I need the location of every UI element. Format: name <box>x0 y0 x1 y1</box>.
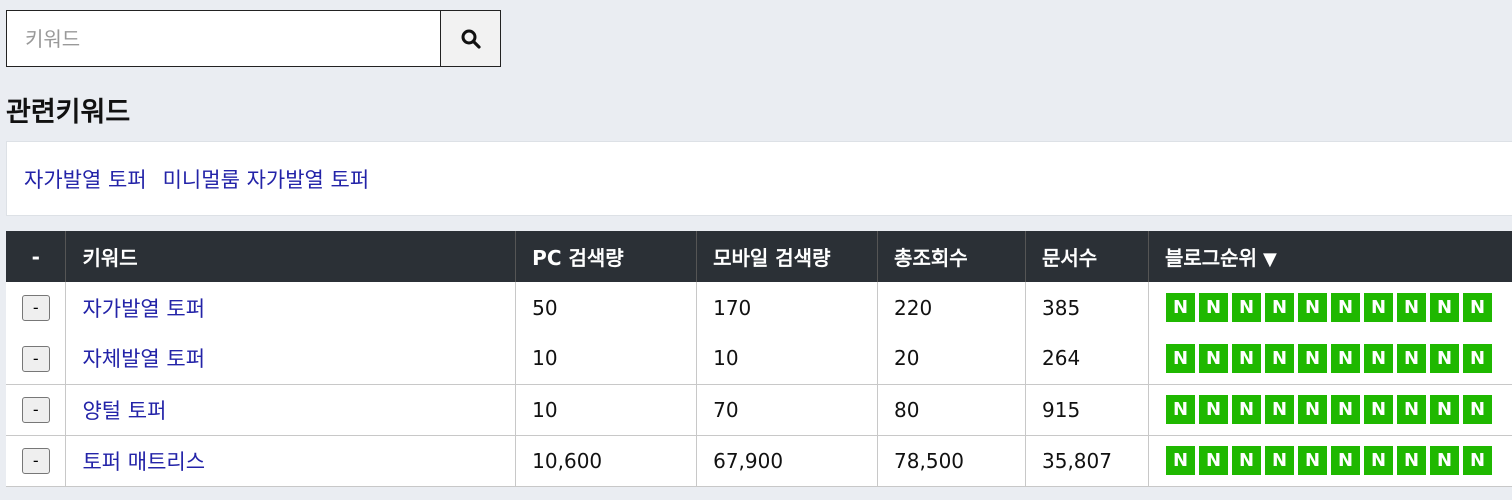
keyword-cell: 자체발열 토퍼 <box>65 333 517 385</box>
total-views-cell: 220 <box>877 282 1026 333</box>
row-action-cell: - <box>6 384 67 436</box>
naver-rank-badge[interactable]: N <box>1297 446 1327 475</box>
naver-rank-badge[interactable]: N <box>1462 446 1492 475</box>
blog-rank-label: 블로그순위 <box>1164 246 1257 270</box>
total-views-cell: 78,500 <box>877 435 1026 487</box>
mobile-volume-cell: 67,900 <box>696 435 879 487</box>
col-header-action: - <box>6 231 67 282</box>
naver-rank-badge[interactable]: N <box>1231 293 1261 322</box>
search-bar <box>6 10 501 67</box>
naver-rank-badge[interactable]: N <box>1396 293 1426 322</box>
table-row: - 양털 토퍼 10 70 80 915 N N N N N N N N N N <box>6 384 1512 436</box>
table-row: - 자가발열 토퍼 50 170 220 385 N N N N N N N N N N <box>6 282 1512 333</box>
search-button[interactable] <box>440 11 500 66</box>
keyword-link[interactable]: 토퍼 매트리스 <box>82 450 205 474</box>
naver-rank-badge[interactable]: N <box>1297 395 1327 424</box>
naver-rank-badge[interactable]: N <box>1363 343 1393 373</box>
naver-rank-badge[interactable]: N <box>1231 446 1261 475</box>
col-header-pc-volume[interactable]: PC 검색량 <box>515 231 698 282</box>
naver-rank-badge[interactable]: N <box>1198 293 1228 322</box>
keyword-table: - 키워드 PC 검색량 모바일 검색량 총조회수 문서수 블로그순위 ▼ - 자가… <box>6 231 1512 487</box>
blog-rank-cell: NNNNNNNNNN <box>1148 282 1512 333</box>
mobile-volume-cell: 70 <box>696 384 879 436</box>
related-keyword-link[interactable]: 자가발열 토퍼 <box>24 164 147 194</box>
naver-rank-badge[interactable]: N <box>1429 293 1459 322</box>
doc-count-cell: 915 <box>1025 384 1149 436</box>
naver-rank-badge[interactable]: N <box>1396 446 1426 475</box>
remove-keyword-button[interactable]: - <box>21 345 50 372</box>
related-keywords-box: 자가발열 토퍼 미니멀룸 자가발열 토퍼 <box>6 141 1512 216</box>
col-header-keyword[interactable]: 키워드 <box>65 231 517 282</box>
blog-rank-cell: NNNNNNNNNN <box>1148 333 1512 385</box>
col-header-mobile-volume[interactable]: 모바일 검색량 <box>696 231 879 282</box>
total-views-cell: 80 <box>877 384 1026 436</box>
naver-rank-badge[interactable]: N <box>1462 293 1492 322</box>
search-icon <box>461 29 481 49</box>
naver-rank-badge[interactable]: N <box>1429 343 1459 373</box>
remove-keyword-button[interactable]: - <box>21 295 50 321</box>
keyword-cell: 자가발열 토퍼 <box>65 282 517 333</box>
naver-rank-badge[interactable]: N <box>1330 293 1360 322</box>
pc-volume-cell: 10,600 <box>515 435 698 487</box>
remove-keyword-button[interactable]: - <box>21 448 50 474</box>
naver-rank-badge[interactable]: N <box>1165 446 1195 475</box>
table-row: - 토퍼 매트리스 10,600 67,900 78,500 35,807 N N N N N N N N… <box>6 435 1512 487</box>
total-views-cell: 20 <box>877 333 1026 385</box>
naver-rank-badge[interactable]: N <box>1165 395 1195 424</box>
naver-rank-badge[interactable]: N <box>1264 343 1294 373</box>
pc-volume-cell: 50 <box>515 282 698 333</box>
naver-rank-badge[interactable]: N <box>1330 343 1360 373</box>
naver-rank-badge[interactable]: N <box>1198 446 1228 475</box>
search-input[interactable] <box>7 11 440 66</box>
naver-rank-badge[interactable]: N <box>1264 446 1294 475</box>
related-keyword-link[interactable]: 미니멀룸 자가발열 토퍼 <box>163 164 370 194</box>
col-header-blog-rank[interactable]: 블로그순위 ▼ <box>1148 231 1512 282</box>
naver-rank-badge[interactable]: N <box>1231 343 1261 373</box>
naver-rank-badge[interactable]: N <box>1231 395 1261 424</box>
naver-rank-badge[interactable]: N <box>1396 343 1426 373</box>
naver-rank-badge[interactable]: N <box>1396 395 1426 424</box>
col-header-total-views[interactable]: 총조회수 <box>877 231 1026 282</box>
sort-desc-icon: ▼ <box>1262 249 1277 270</box>
remove-keyword-button[interactable]: - <box>21 397 50 423</box>
row-action-cell: - <box>6 282 67 333</box>
pc-volume-cell: 10 <box>515 384 698 436</box>
blog-rank-cell: NNNNNNNNNN <box>1148 384 1512 436</box>
keyword-link[interactable]: 자가발열 토퍼 <box>82 297 205 321</box>
col-header-doc-count[interactable]: 문서수 <box>1025 231 1149 282</box>
naver-rank-badge[interactable]: N <box>1198 343 1228 373</box>
mobile-volume-cell: 10 <box>696 333 879 385</box>
keyword-cell: 토퍼 매트리스 <box>65 435 517 487</box>
table-row: - 자체발열 토퍼 10 10 20 264 N N N N N N N N N N <box>6 333 1512 385</box>
blog-rank-cell: NNNNNNNNNN <box>1148 435 1512 487</box>
naver-rank-badge[interactable]: N <box>1264 395 1294 424</box>
naver-rank-badge[interactable]: N <box>1363 395 1393 424</box>
naver-rank-badge[interactable]: N <box>1165 343 1195 373</box>
naver-rank-badge[interactable]: N <box>1429 446 1459 475</box>
naver-rank-badge[interactable]: N <box>1429 395 1459 424</box>
doc-count-cell: 264 <box>1025 333 1149 385</box>
doc-count-cell: 35,807 <box>1025 435 1149 487</box>
naver-rank-badge[interactable]: N <box>1297 293 1327 322</box>
keyword-cell: 양털 토퍼 <box>65 384 517 436</box>
naver-rank-badge[interactable]: N <box>1363 293 1393 322</box>
naver-rank-badge[interactable]: N <box>1198 395 1228 424</box>
doc-count-cell: 385 <box>1025 282 1149 333</box>
naver-rank-badge[interactable]: N <box>1330 446 1360 475</box>
naver-rank-badge[interactable]: N <box>1462 343 1492 373</box>
row-action-cell: - <box>6 333 67 385</box>
related-keywords-title: 관련키워드 <box>6 97 131 128</box>
naver-rank-badge[interactable]: N <box>1363 446 1393 475</box>
naver-rank-badge[interactable]: N <box>1462 395 1492 424</box>
naver-rank-badge[interactable]: N <box>1297 343 1327 373</box>
naver-rank-badge[interactable]: N <box>1330 395 1360 424</box>
naver-rank-badge[interactable]: N <box>1165 293 1195 322</box>
keyword-link[interactable]: 자체발열 토퍼 <box>82 347 205 371</box>
naver-rank-badge[interactable]: N <box>1264 293 1294 322</box>
row-action-cell: - <box>6 435 67 487</box>
keyword-link[interactable]: 양털 토퍼 <box>82 399 166 423</box>
table-header-row: - 키워드 PC 검색량 모바일 검색량 총조회수 문서수 블로그순위 ▼ <box>6 231 1512 282</box>
pc-volume-cell: 10 <box>515 333 698 385</box>
mobile-volume-cell: 170 <box>696 282 879 333</box>
